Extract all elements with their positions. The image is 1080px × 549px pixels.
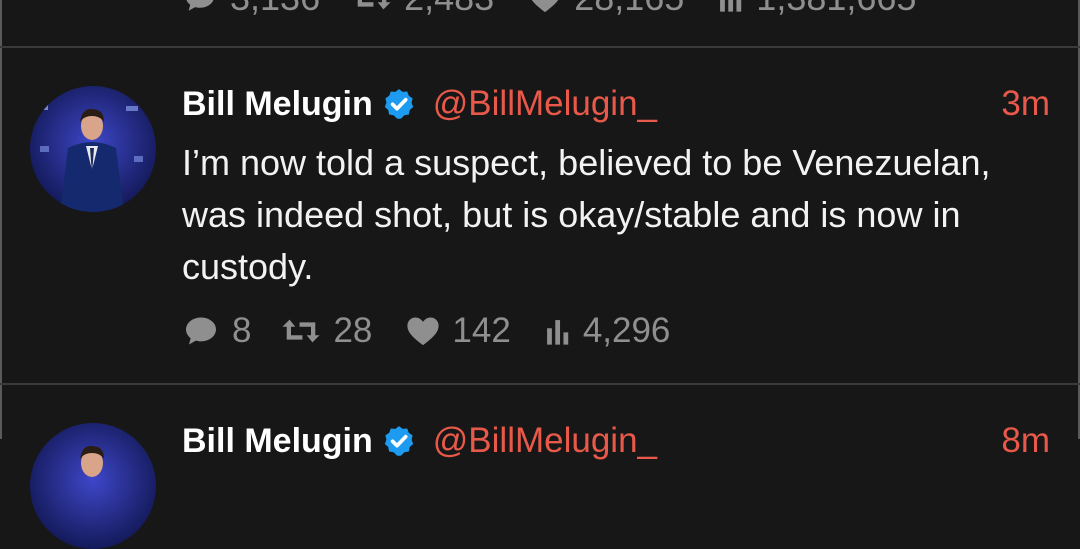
reply-count: 8 xyxy=(232,311,252,350)
tweet-text: I’m now told a suspect, believed to be V… xyxy=(182,142,991,287)
next-author-name[interactable]: Bill Melugin xyxy=(182,422,373,461)
next-tweet-header: Bill Melugin @BillMelugin_ 8m xyxy=(182,421,1050,461)
views-icon xyxy=(720,0,742,12)
prev-retweet-count: 2,483 xyxy=(404,0,494,19)
prev-retweet-action[interactable]: 2,483 xyxy=(352,0,494,19)
prev-reply-action[interactable]: 3,136 xyxy=(182,0,320,19)
like-icon xyxy=(532,0,559,13)
views-icon xyxy=(546,320,569,345)
next-avatar[interactable] xyxy=(30,423,156,549)
previous-tweet-actions: 3,136 2,483 28,165 1,381,665 xyxy=(182,0,916,18)
reply-icon xyxy=(186,0,214,11)
next-timestamp[interactable]: 8m xyxy=(1001,421,1050,461)
tweet-header: Bill Melugin @BillMelugin_ 3m xyxy=(182,84,1050,124)
author-handle[interactable]: @BillMelugin_ xyxy=(433,84,657,124)
reply-action[interactable]: 8 xyxy=(182,311,251,351)
retweet-icon xyxy=(357,0,391,10)
prev-like-count: 28,165 xyxy=(574,0,684,19)
avatar-photo xyxy=(30,86,156,212)
next-author-handle[interactable]: @BillMelugin_ xyxy=(433,421,657,461)
verified-badge-icon xyxy=(384,89,413,119)
avatar-photo xyxy=(30,423,156,549)
views-count: 4,296 xyxy=(582,311,671,350)
views-action[interactable]: 4,296 xyxy=(545,311,671,351)
like-count: 142 xyxy=(452,311,511,350)
left-edge xyxy=(0,0,2,439)
timestamp[interactable]: 3m xyxy=(1001,84,1050,124)
retweet-icon xyxy=(282,319,321,343)
prev-views-count: 1,381,665 xyxy=(756,0,916,19)
divider-bottom xyxy=(0,383,1080,385)
like-action[interactable]: 142 xyxy=(406,311,511,351)
author-name[interactable]: Bill Melugin xyxy=(182,85,373,124)
reply-icon xyxy=(186,317,216,345)
like-icon xyxy=(407,317,439,346)
prev-like-action[interactable]: 28,165 xyxy=(528,0,684,19)
retweet-action[interactable]: 28 xyxy=(281,311,372,351)
tweet-actions: 8 28 142 4,296 xyxy=(182,310,670,352)
prev-reply-count: 3,136 xyxy=(230,0,320,19)
verified-badge-icon xyxy=(384,426,413,456)
avatar[interactable] xyxy=(30,86,156,212)
prev-views-action[interactable]: 1,381,665 xyxy=(718,0,916,19)
divider-top xyxy=(0,46,1080,48)
retweet-count: 28 xyxy=(333,311,373,350)
